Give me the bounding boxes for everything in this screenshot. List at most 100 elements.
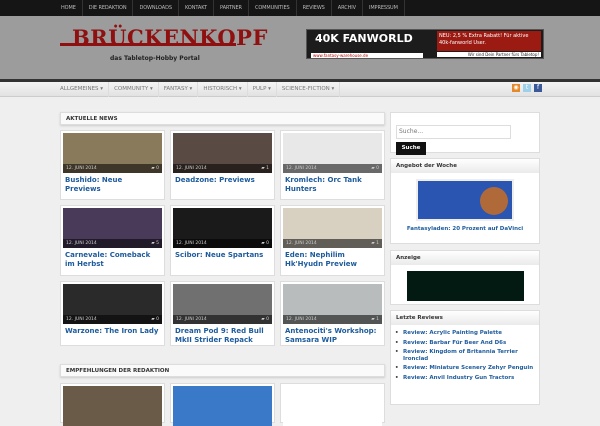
comment-icon: ▰ [371, 241, 375, 246]
news-meta: 12. JUNI 2014 ▰ 1 [173, 164, 272, 173]
news-card[interactable]: 12. JUNI 2014 ▰ 1 Eden: Nephilim Hk'Hyudn … [280, 205, 385, 276]
topnav-archiv[interactable]: ARCHIV [332, 0, 363, 16]
news-thumbnail[interactable]: 12. JUNI 2014 ▰ 5 [63, 208, 162, 248]
comment-count[interactable]: ▰ 1 [261, 164, 269, 173]
news-date: 12. JUNI 2014 [286, 317, 317, 322]
topnav-communities[interactable]: COMMUNITIES [249, 0, 297, 16]
review-link[interactable]: Review: Miniature Scenery Zehyr Penguin [391, 365, 539, 372]
review-link[interactable]: Review: Anvil Industry Gun Tractors [391, 375, 539, 382]
news-title[interactable]: Antenociti's Workshop: Samsara WIP [283, 324, 382, 348]
rss-icon[interactable]: ◉ [512, 84, 520, 92]
news-thumbnail[interactable]: 12. JUNI 2014 ▰ 1 [283, 208, 382, 248]
news-date: 12. JUNI 2014 [66, 317, 97, 322]
comment-count[interactable]: ▰ 0 [151, 315, 159, 324]
comment-icon: ▰ [151, 241, 155, 246]
ad-heading: Anzeige [391, 251, 539, 265]
recommend-card[interactable] [280, 383, 385, 426]
news-card[interactable]: 12. JUNI 2014 ▰ 0 Warzone: The Iron Lady [60, 281, 165, 346]
news-date: 12. JUNI 2014 [66, 166, 97, 171]
search-input[interactable] [396, 124, 511, 139]
news-card[interactable]: 12. JUNI 2014 ▰ 0 Kromlech: Orc Tank Hunte… [280, 130, 385, 200]
comment-icon: ▰ [371, 317, 375, 322]
menu-historisch[interactable]: HISTORISCH ▾ [198, 82, 248, 97]
ad-banner[interactable]: 40K FANWORLD www.fantasy-warehouse.de NE… [306, 29, 544, 59]
topnav-home[interactable]: HOME [55, 0, 83, 16]
comment-number: 0 [156, 166, 159, 171]
news-card[interactable]: 12. JUNI 2014 ▰ 0 Bushido: Neue Previews [60, 130, 165, 200]
topnav-reviews[interactable]: REVIEWS [297, 0, 332, 16]
offer-widget: Angebot der Woche Fantasyladen: 20 Proze… [390, 158, 540, 244]
recommend-thumbnail[interactable] [63, 386, 162, 426]
comment-count[interactable]: ▰ 0 [371, 164, 379, 173]
news-thumbnail[interactable]: 12. JUNI 2014 ▰ 1 [283, 284, 382, 324]
news-card[interactable]: 12. JUNI 2014 ▰ 1 Antenociti's Workshop: S… [280, 281, 385, 346]
banner-url: www.fantasy-warehouse.de [311, 53, 423, 58]
news-thumbnail[interactable]: 12. JUNI 2014 ▰ 0 [63, 133, 162, 173]
topnav-impressum[interactable]: IMPRESSUM [363, 0, 405, 16]
recommend-heading: EMPFEHLUNGEN DER REDAKTION [60, 364, 385, 377]
facebook-icon[interactable]: f [534, 84, 542, 92]
comment-icon: ▰ [151, 317, 155, 322]
news-title[interactable]: Deadzone: Previews [173, 173, 272, 188]
menu-science-fiction[interactable]: SCIENCE-FICTION ▾ [277, 82, 341, 97]
news-title[interactable]: Kromlech: Orc Tank Hunters [283, 173, 382, 197]
news-date: 12. JUNI 2014 [176, 241, 207, 246]
logo-subtitle: das Tabletop-Hobby Portal [110, 55, 200, 62]
news-thumbnail[interactable]: 12. JUNI 2014 ▰ 0 [63, 284, 162, 324]
topnav-redaktion[interactable]: DIE REDAKTION [83, 0, 134, 16]
comment-number: 5 [156, 241, 159, 246]
topnav-kontakt[interactable]: KONTAKT [179, 0, 214, 16]
menu-fantasy[interactable]: FANTASY ▾ [159, 82, 199, 97]
review-link[interactable]: Review: Acrylic Painting Palette [391, 330, 539, 337]
news-thumbnail[interactable]: 12. JUNI 2014 ▰ 0 [173, 208, 272, 248]
news-meta: 12. JUNI 2014 ▰ 0 [63, 315, 162, 324]
twitter-icon[interactable]: t [523, 84, 531, 92]
news-thumbnail[interactable]: 12. JUNI 2014 ▰ 1 [173, 133, 272, 173]
news-title[interactable]: Carnevale: Comeback im Herbst [63, 248, 162, 272]
news-title[interactable]: Scibor: Neue Spartans [173, 248, 272, 263]
logo-title: BRÜCKENKOPF [72, 25, 268, 50]
coin-image [480, 187, 508, 215]
offer-link[interactable]: Fantasyladen: 20 Prozent auf DaVinci [391, 226, 539, 232]
news-card[interactable]: 12. JUNI 2014 ▰ 0 Scibor: Neue Spartans [170, 205, 275, 276]
offer-image[interactable] [416, 179, 514, 221]
menu-community[interactable]: COMMUNITY ▾ [109, 82, 159, 97]
comment-count[interactable]: ▰ 0 [151, 164, 159, 173]
topnav-partner[interactable]: PARTNER [214, 0, 249, 16]
comment-count[interactable]: ▰ 1 [371, 315, 379, 324]
news-thumbnail[interactable]: 12. JUNI 2014 ▰ 0 [283, 133, 382, 173]
recommend-card[interactable] [170, 383, 275, 426]
recommend-thumbnail[interactable] [173, 386, 272, 426]
ad-slot[interactable] [407, 271, 524, 301]
comment-count[interactable]: ▰ 0 [261, 239, 269, 248]
site-logo[interactable]: BRÜCKENKOPF das Tabletop-Hobby Portal [60, 25, 267, 71]
review-link[interactable]: Review: Barbar Für Beer And D6s [391, 340, 539, 347]
news-card[interactable]: 12. JUNI 2014 ▰ 0 Dream Pod 9: Red Bull Mk… [170, 281, 275, 346]
menu-pulp[interactable]: PULP ▾ [248, 82, 277, 97]
social-icons: ◉ t f [512, 84, 542, 92]
news-title[interactable]: Dream Pod 9: Red Bull MkII Strider Repac… [173, 324, 272, 348]
search-button[interactable]: Suche [396, 141, 426, 155]
comment-number: 0 [266, 317, 269, 322]
recommend-thumbnail[interactable] [283, 386, 382, 426]
news-thumbnail[interactable]: 12. JUNI 2014 ▰ 0 [173, 284, 272, 324]
banner-tagline: Wir sind Dein Partner fürs Tabletop! [437, 52, 541, 57]
news-title[interactable]: Warzone: The Iron Lady [63, 324, 162, 339]
news-meta: 12. JUNI 2014 ▰ 1 [283, 239, 382, 248]
comment-count[interactable]: ▰ 0 [261, 315, 269, 324]
news-card[interactable]: 12. JUNI 2014 ▰ 1 Deadzone: Previews [170, 130, 275, 200]
news-title[interactable]: Bushido: Neue Previews [63, 173, 162, 197]
ad-widget: Anzeige [390, 250, 540, 305]
news-card[interactable]: 12. JUNI 2014 ▰ 5 Carnevale: Comeback im H… [60, 205, 165, 276]
comment-number: 1 [376, 241, 379, 246]
comment-count[interactable]: ▰ 5 [151, 239, 159, 248]
review-link[interactable]: Review: Kingdom of Britannia Terrier Iro… [391, 349, 539, 362]
search-widget: Suche [390, 112, 540, 155]
top-nav: HOME DIE REDAKTION DOWNLOADS KONTAKT PAR… [55, 0, 405, 16]
topnav-downloads[interactable]: DOWNLOADS [133, 0, 179, 16]
recommend-card[interactable] [60, 383, 165, 426]
comment-count[interactable]: ▰ 1 [371, 239, 379, 248]
comment-number: 0 [376, 166, 379, 171]
news-title[interactable]: Eden: Nephilim Hk'Hyudn Preview [283, 248, 382, 272]
menu-allgemeines[interactable]: ALLGEMEINES ▾ [55, 82, 110, 97]
